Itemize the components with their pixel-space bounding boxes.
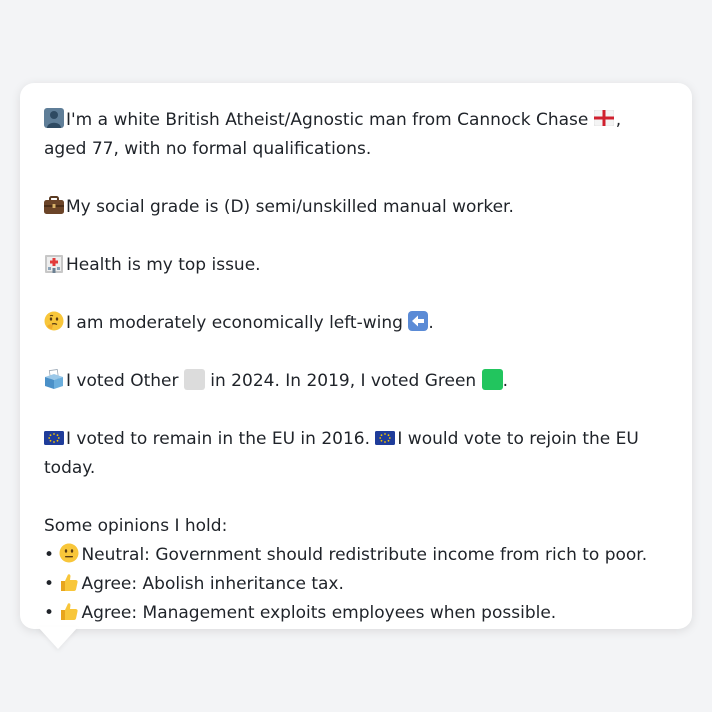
bullet-point: • [44, 603, 55, 623]
neutral-face-icon [59, 543, 79, 563]
bubble-tail [38, 627, 78, 649]
economic-position-period: . [428, 313, 434, 333]
opinion-text: Neutral: Government should redistribute … [81, 545, 648, 565]
identity-text: I'm a white British Atheist/Agnostic man… [66, 110, 589, 130]
social-grade-line: My social grade is (D) semi/unskilled ma… [44, 193, 668, 222]
eu-position-line: I voted to remain in the EU in 2016. I w… [44, 425, 668, 483]
england-flag-icon [593, 110, 614, 126]
thumbs-up-icon [61, 574, 79, 591]
other-party-color-square [183, 369, 205, 390]
eu-flag-icon [44, 431, 64, 445]
top-issue-text: Health is my top issue. [66, 255, 261, 275]
bullet-point: • [44, 574, 55, 594]
opinion-item: • Agree: Abolish inheritance tax. [44, 570, 668, 599]
person-silhouette-icon [44, 108, 64, 128]
vote-2019-text: in 2024. In 2019, I voted Green [210, 371, 477, 391]
message-bubble: I'm a white British Atheist/Agnostic man… [20, 83, 692, 629]
briefcase-icon [44, 196, 64, 214]
social-grade-text: My social grade is (D) semi/unskilled ma… [66, 197, 514, 217]
vote-history-line: I voted Other in 2024. In 2019, I voted … [44, 367, 668, 396]
ballot-box-icon [45, 369, 63, 389]
bullet-point: • [44, 545, 55, 565]
opinion-text: Agree: Management exploits employees whe… [81, 603, 557, 623]
eu-flag-icon [375, 431, 396, 445]
opinion-text: Agree: Abolish inheritance tax. [81, 574, 344, 594]
thinking-face-icon [44, 311, 64, 331]
vote-period: . [502, 371, 509, 391]
hospital-icon [45, 255, 63, 273]
opinion-item: • Neutral: Government should redistribut… [44, 541, 668, 570]
top-issue-line: Health is my top issue. [44, 251, 668, 280]
economic-position-text: I am moderately economically left-wing [66, 313, 403, 333]
eu-referendum-text: I voted to remain in the EU in 2016. [66, 429, 370, 449]
economic-position-line: I am moderately economically left-wing . [44, 309, 668, 338]
thumbs-up-icon [61, 603, 79, 620]
green-party-color-square [481, 369, 503, 390]
identity-line: I'm a white British Atheist/Agnostic man… [44, 106, 668, 164]
left-arrow-icon [408, 311, 429, 331]
vote-2024-text: I voted Other [66, 371, 179, 391]
opinion-item: • Agree: Management exploits employees w… [44, 599, 668, 628]
opinions-heading: Some opinions I hold: [44, 516, 228, 536]
